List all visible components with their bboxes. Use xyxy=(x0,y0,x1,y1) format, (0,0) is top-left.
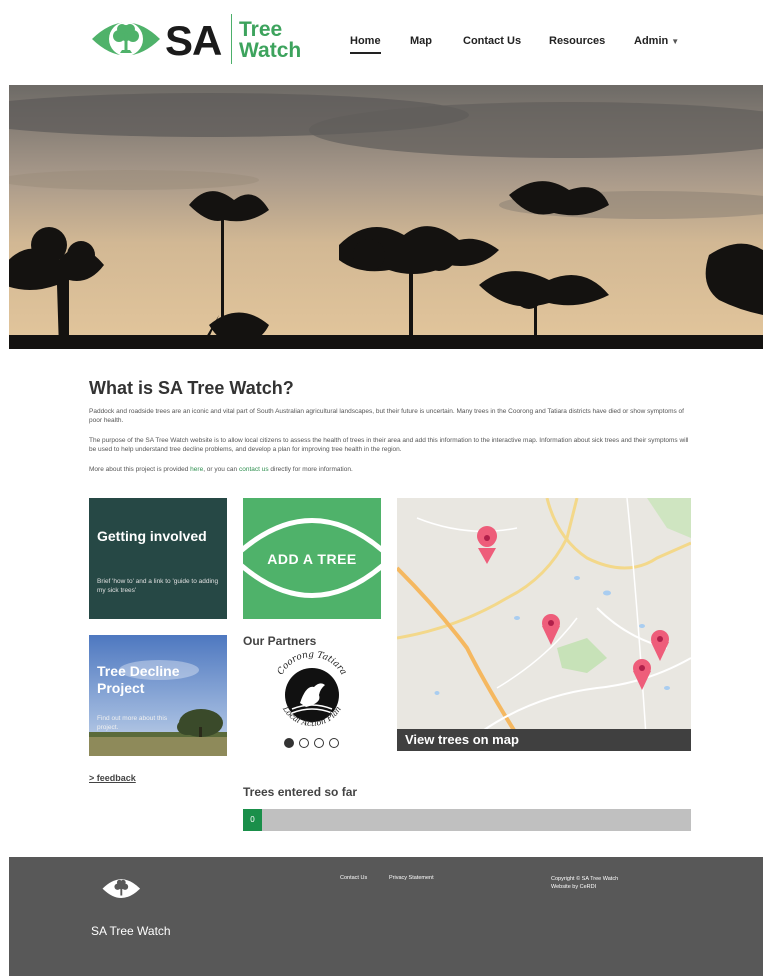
nav-resources[interactable]: Resources xyxy=(549,35,605,47)
map-preview xyxy=(397,498,691,751)
feedback-link[interactable]: > feedback xyxy=(89,773,136,783)
intro-heading: What is SA Tree Watch? xyxy=(89,378,294,398)
logo-tree-word: Tree xyxy=(239,18,283,41)
website-credit: Website by CeRDI xyxy=(551,884,597,890)
add-a-tree-label: ADD A TREE xyxy=(267,551,357,567)
nav-map[interactable]: Map xyxy=(410,35,432,47)
map-tile[interactable]: View trees on map xyxy=(397,498,691,751)
site-footer: SA Tree Watch Contact Us Privacy Stateme… xyxy=(9,857,763,976)
getting-involved-title: Getting involved xyxy=(97,528,207,544)
getting-involved-tile[interactable]: Getting involved Brief 'how to' and a li… xyxy=(89,498,227,619)
logo-divider xyxy=(231,14,232,64)
hero-banner xyxy=(9,85,763,349)
logo-sa-text: SA xyxy=(165,17,222,64)
contact-us-link[interactable]: contact us xyxy=(239,466,269,473)
intro-paragraph-3: More about this project is provided here… xyxy=(89,465,689,474)
trees-entered-heading: Trees entered so far xyxy=(243,785,358,799)
footer-site-name: SA Tree Watch xyxy=(91,924,171,938)
tree-decline-project-tile[interactable]: Tree Decline Project Find out more about… xyxy=(89,635,227,756)
trees-count-value: 0 xyxy=(243,809,262,831)
logo-tree-watch-text: Tree Watch xyxy=(239,19,301,61)
carousel-dot-1[interactable] xyxy=(284,738,294,748)
view-trees-on-map-caption: View trees on map xyxy=(397,729,691,751)
tree-decline-title: Tree Decline Project xyxy=(97,663,180,696)
our-partners-heading: Our Partners xyxy=(243,634,317,648)
sunset-trees-photo xyxy=(9,85,763,349)
here-link[interactable]: here xyxy=(190,466,203,473)
tree-decline-desc: Find out more about this project. xyxy=(97,715,168,731)
intro-p3-text-b: , or you can xyxy=(203,466,239,473)
intro-paragraph-1: Paddock and roadside trees are an iconic… xyxy=(89,408,684,424)
caret-down-icon: ▼ xyxy=(671,37,680,46)
intro-p3-text-c: directly for more information. xyxy=(268,466,353,473)
carousel-dot-2[interactable] xyxy=(299,738,309,748)
footer-contact-link[interactable]: Contact Us xyxy=(340,875,367,881)
nav-home[interactable]: Home xyxy=(350,35,381,54)
footer-tree-eye-logo-icon xyxy=(102,879,141,898)
nav-admin-dropdown[interactable]: Admin ▼ xyxy=(634,35,679,47)
getting-involved-desc: Brief 'how to' and a link to 'guide to a… xyxy=(97,578,219,594)
logo-watch-word: Watch xyxy=(239,39,302,62)
copyright-text: Copyright © SA Tree Watch xyxy=(551,876,619,882)
nav-admin-label: Admin xyxy=(634,35,669,47)
footer-copyright: Copyright © SA Tree Watch Website by CeR… xyxy=(551,875,618,891)
carousel-dot-4[interactable] xyxy=(329,738,339,748)
site-logo[interactable]: SA Tree Watch xyxy=(90,10,305,65)
intro-paragraph-2: The purpose of the SA Tree Watch website… xyxy=(89,437,689,453)
footer-privacy-link[interactable]: Privacy Statement xyxy=(389,875,434,881)
site-header: SA Tree Watch Home Map Contact Us Resour… xyxy=(0,0,763,85)
intro-p3-text-a: More about this project is provided xyxy=(89,466,191,473)
carousel-dot-3[interactable] xyxy=(314,738,324,748)
add-a-tree-tile[interactable]: ADD A TREE xyxy=(243,498,381,619)
nav-contact-us[interactable]: Contact Us xyxy=(463,35,521,47)
trees-progress-bar: 0 xyxy=(243,809,691,831)
tree-eye-logo-icon xyxy=(92,22,160,56)
coorong-tatiara-partner-logo[interactable]: Coorong Tatiara Local Action Plan xyxy=(270,651,354,735)
